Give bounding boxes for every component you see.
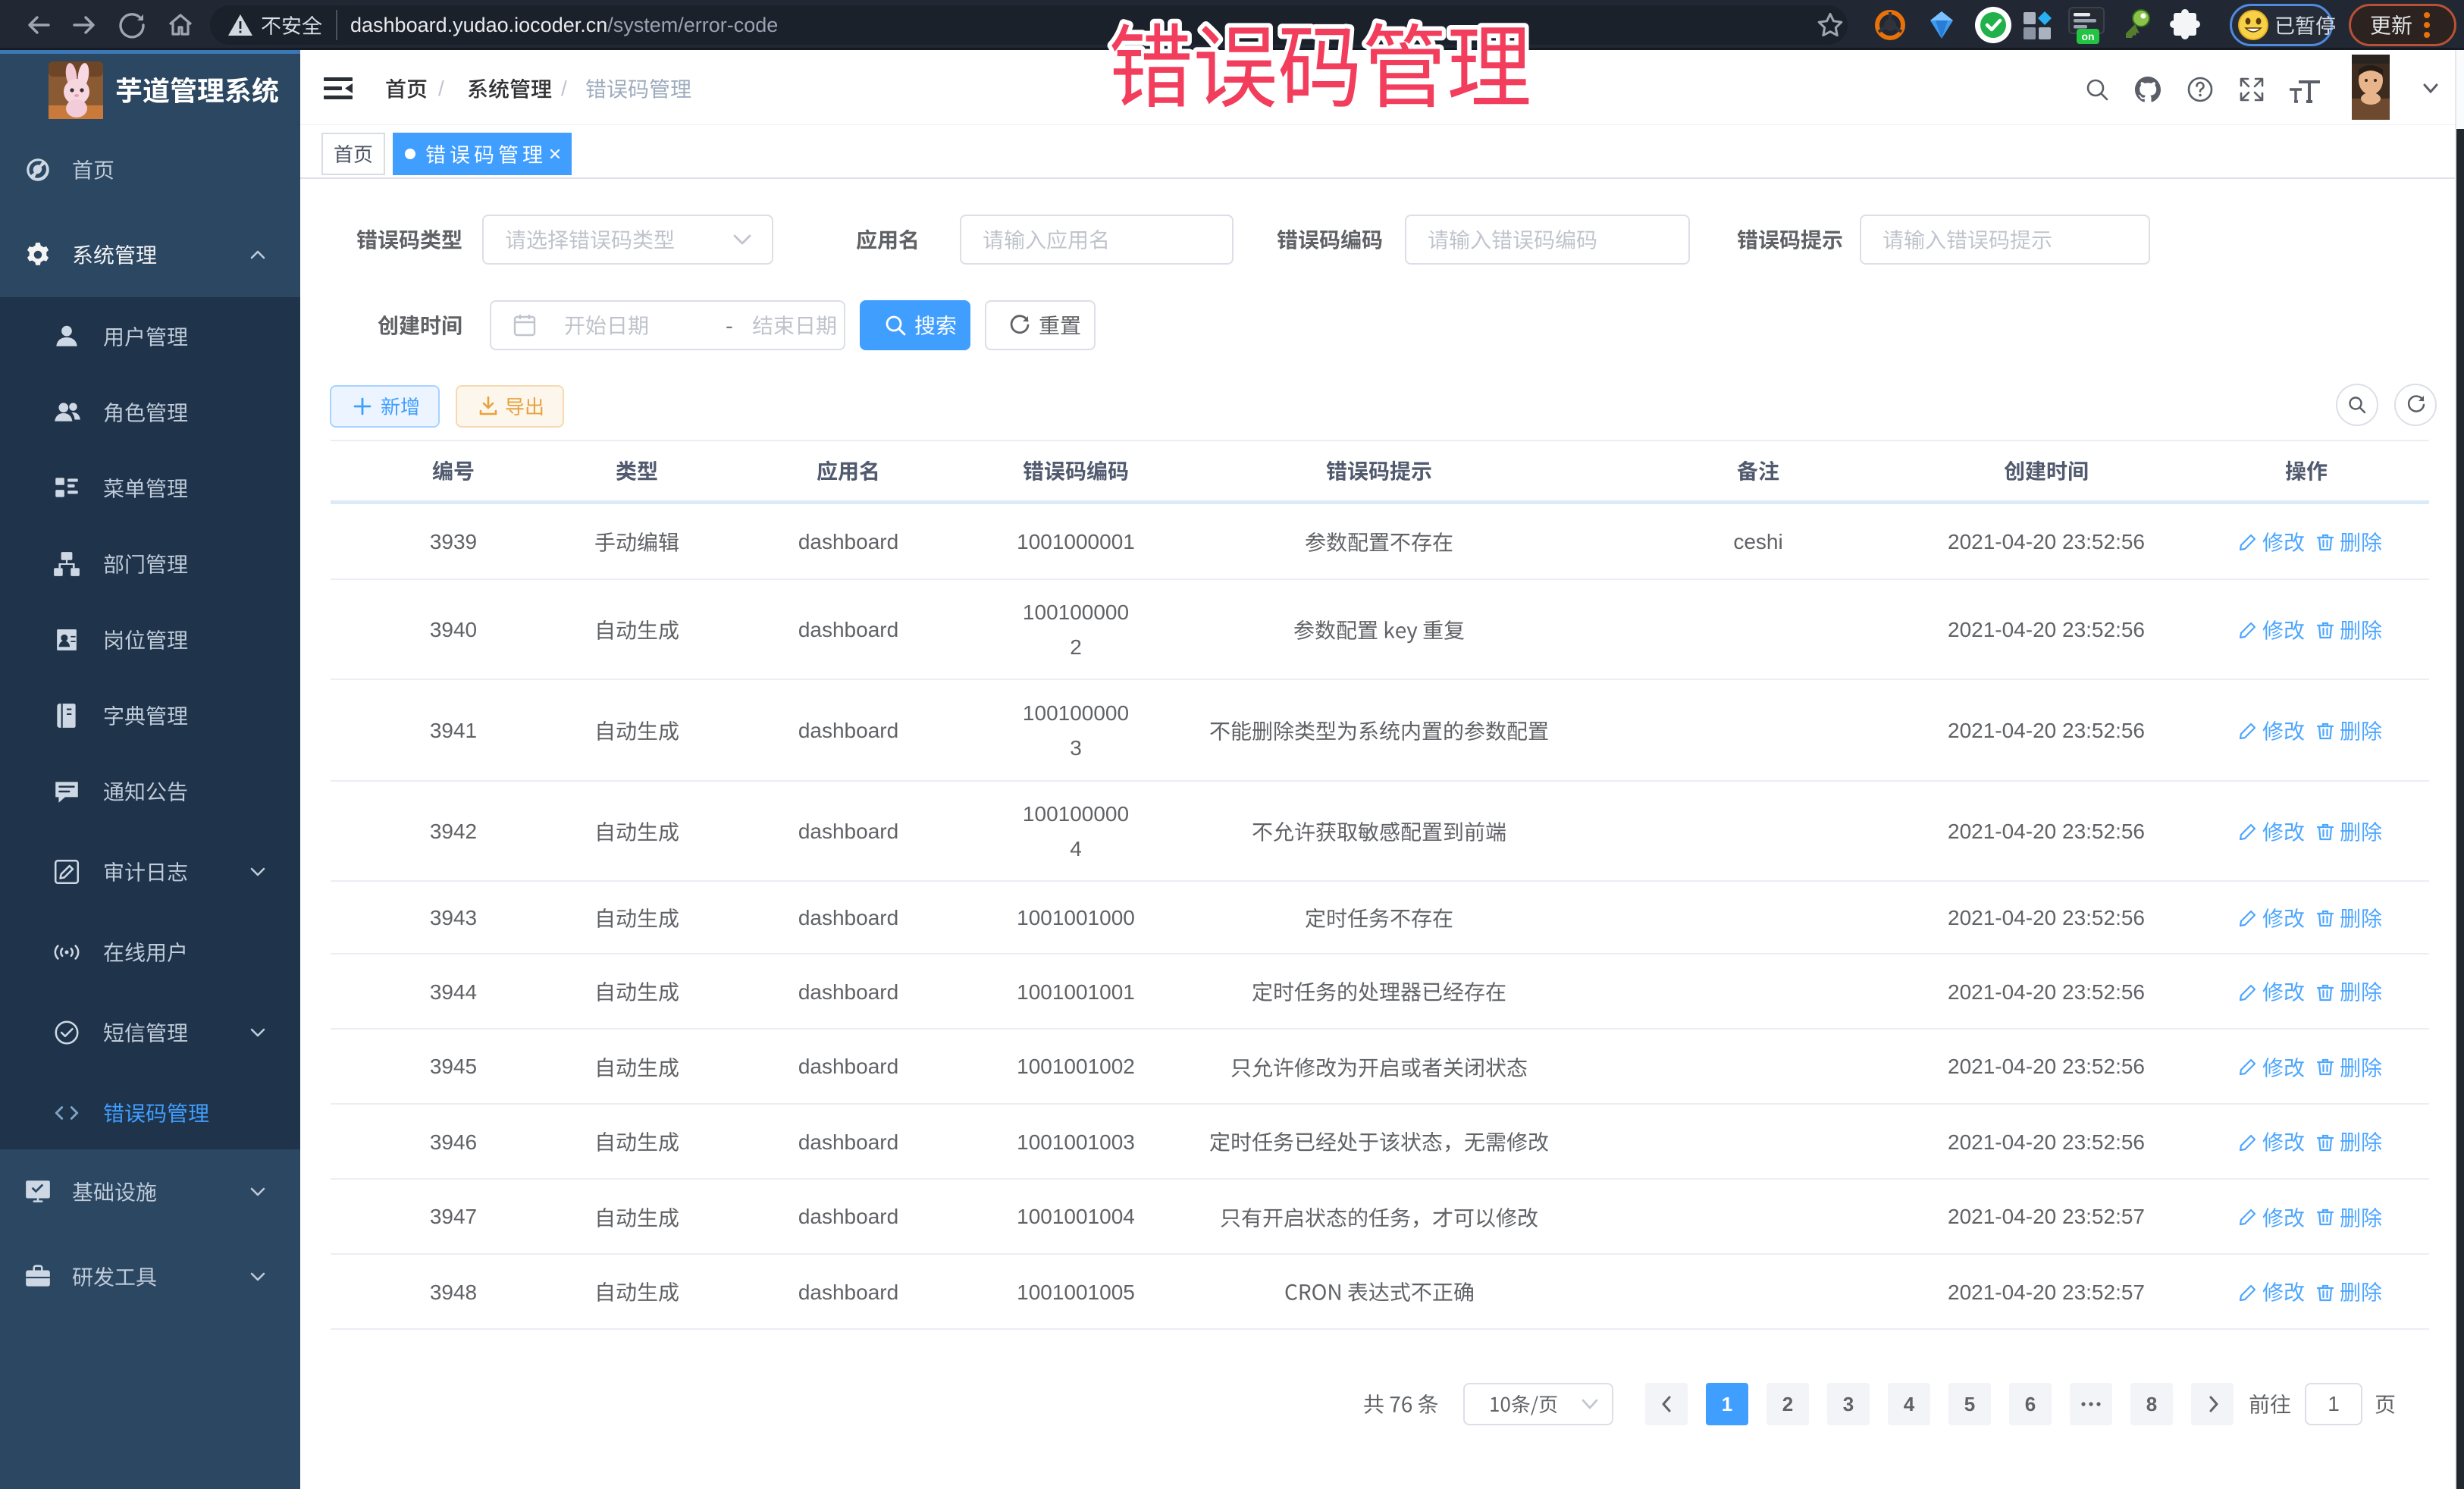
- svg-text:on: on: [2081, 30, 2094, 42]
